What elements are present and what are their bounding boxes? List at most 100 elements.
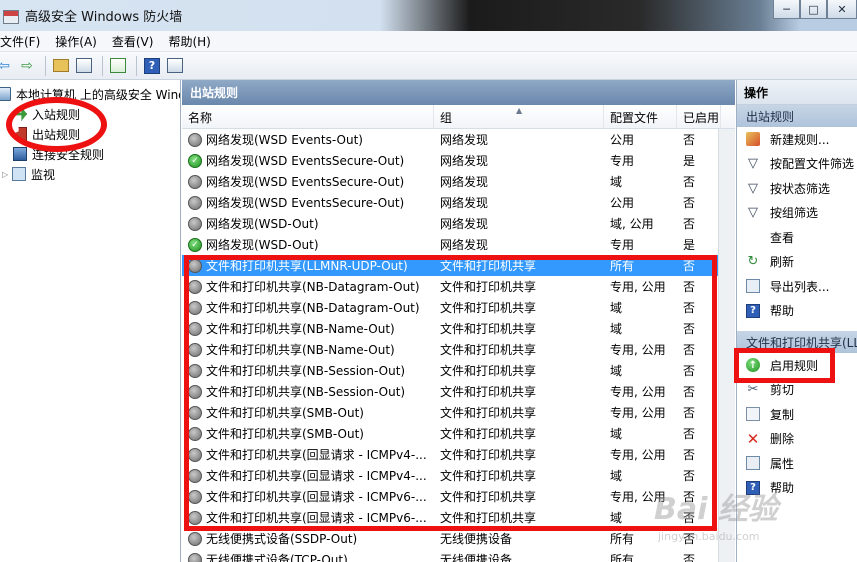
minimize-button[interactable]: ─	[773, 0, 800, 19]
table-row[interactable]: 无线便携式设备(TCP-Out) 无线便携设备 所有否	[182, 549, 735, 562]
table-row[interactable]: ✓ 网络发现(WSD-Out) 网络发现 专用 是	[182, 234, 735, 255]
column-header-profile[interactable]: 配置文件	[604, 105, 677, 129]
firewall-window: 高级安全 Windows 防火墙 ─ □ ✕ 文件(F) 操作(A) 查看(V)…	[0, 0, 857, 562]
rule-name-cell: ✓ 网络发现(WSD EventsSecure-Out)	[188, 150, 434, 171]
action-filter-by-profile[interactable]: ▽ 按配置文件筛选	[737, 152, 857, 177]
rule-profile: 专用	[610, 154, 635, 168]
rule-group: 网络发现	[440, 196, 489, 210]
column-header-enabled[interactable]: 已启用	[677, 105, 721, 129]
rule-disabled-icon	[188, 216, 202, 231]
computer-icon	[0, 87, 11, 101]
rule-group: 网络发现	[440, 238, 489, 252]
tree-item-monitoring[interactable]: ▷ 监视	[2, 164, 56, 184]
rule-disabled-icon	[188, 552, 202, 562]
properties-icon	[746, 456, 760, 471]
back-arrow-icon[interactable]: ⇦	[0, 56, 14, 76]
rule-group: 网络发现	[440, 217, 489, 231]
rule-group: 网络发现	[440, 133, 489, 147]
rule-disabled-icon	[188, 174, 202, 189]
action-delete[interactable]: ✕ 删除	[737, 427, 857, 452]
menu-help[interactable]: 帮助(H)	[168, 33, 210, 50]
show-hide-tree-icon[interactable]	[74, 56, 94, 76]
window-controls: ─ □ ✕	[773, 0, 857, 20]
table-row[interactable]: 网络发现(WSD-Out) 网络发现 域, 公用 否	[182, 213, 735, 234]
filter-icon: ▽	[748, 205, 758, 221]
table-row[interactable]: 无线便携式设备(SSDP-Out) 无线便携设备 所有否	[182, 528, 735, 549]
rule-profile: 域, 公用	[610, 217, 654, 231]
menu-action[interactable]: 操作(A)	[55, 33, 97, 50]
rule-enabled: 否	[683, 196, 696, 210]
table-row[interactable]: ✓ 网络发现(WSD EventsSecure-Out) 网络发现 专用 是	[182, 150, 735, 171]
rule-disabled-icon	[188, 132, 202, 147]
filter-icon: ▽	[748, 156, 758, 172]
rule-group: 无线便携设备	[440, 553, 513, 562]
column-header-name[interactable]: 名称	[182, 105, 434, 129]
export-icon	[746, 279, 760, 294]
help-icon[interactable]: ?	[142, 56, 162, 76]
rule-name: 网络发现(WSD-Out)	[206, 238, 319, 252]
rule-enabled: 否	[683, 175, 696, 189]
rule-profile: 公用	[610, 133, 635, 147]
expand-arrow-icon[interactable]: ▷	[2, 170, 12, 179]
toolbar: ⇦ ⇨ ?	[0, 52, 857, 80]
action-export-list[interactable]: 导出列表...	[737, 274, 857, 299]
rule-name-cell: 网络发现(WSD Events-Out)	[188, 129, 434, 150]
rule-name-cell: 网络发现(WSD EventsSecure-Out)	[188, 171, 434, 192]
baidu-watermark: Bai 经验 jingyan.baidu.com	[654, 492, 778, 543]
table-row[interactable]: 网络发现(WSD EventsSecure-Out) 网络发现 公用 否	[182, 192, 735, 213]
toolbar-separator	[136, 55, 137, 76]
action-refresh[interactable]: ↻ 刷新	[737, 250, 857, 275]
rule-name-cell: ✓ 网络发现(WSD-Out)	[188, 234, 434, 255]
menu-bar: 文件(F) 操作(A) 查看(V) 帮助(H)	[0, 31, 857, 52]
title-bar[interactable]: 高级安全 Windows 防火墙 ─ □ ✕	[0, 0, 857, 31]
copy-icon	[746, 407, 760, 422]
sort-ascending-icon: ▲	[516, 106, 523, 115]
up-folder-icon[interactable]	[51, 56, 71, 76]
actions-section-outbound[interactable]: 出站规则	[737, 105, 857, 127]
maximize-button[interactable]: □	[800, 0, 827, 19]
filter-icon: ▽	[748, 180, 758, 196]
rule-name: 网络发现(WSD EventsSecure-Out)	[206, 175, 405, 189]
annotation-enable-box	[734, 348, 835, 383]
help-icon: ?	[746, 303, 760, 318]
action-copy[interactable]: 复制	[737, 402, 857, 427]
blank-icon	[746, 230, 760, 244]
menu-file[interactable]: 文件(F)	[0, 33, 40, 50]
menu-view[interactable]: 查看(V)	[112, 33, 154, 50]
rule-enabled: 是	[683, 238, 696, 252]
rule-name: 网络发现(WSD EventsSecure-Out)	[206, 154, 405, 168]
rule-name-cell: 网络发现(WSD-Out)	[188, 213, 434, 234]
refresh-icon: ↻	[747, 254, 759, 270]
forward-arrow-icon[interactable]: ⇨	[17, 56, 37, 76]
rule-name: 无线便携式设备(TCP-Out)	[206, 553, 348, 562]
actions-header: 操作	[737, 80, 857, 105]
tree-item-label: 监视	[31, 167, 56, 182]
action-new-rule[interactable]: 新建规则...	[737, 127, 857, 152]
table-row[interactable]: 网络发现(WSD EventsSecure-Out) 网络发现 域 否	[182, 171, 735, 192]
action-view[interactable]: 查看	[737, 225, 857, 250]
rule-name: 无线便携式设备(SSDP-Out)	[206, 532, 358, 546]
rule-name: 网络发现(WSD-Out)	[206, 217, 319, 231]
show-hide-action-pane-icon[interactable]	[165, 56, 185, 76]
firewall-app-icon	[3, 9, 19, 24]
close-button[interactable]: ✕	[827, 0, 857, 19]
rule-name: 网络发现(WSD Events-Out)	[206, 133, 363, 147]
rule-profile: 域	[610, 175, 623, 189]
monitoring-icon	[12, 167, 26, 181]
new-rule-icon	[746, 132, 760, 147]
action-help[interactable]: ? 帮助	[737, 299, 857, 324]
navigation-tree: 本地计算机 上的高级安全 Windows 防火墙 入站规则 出站规则 连接安全规…	[0, 80, 181, 562]
annotation-circle	[6, 97, 107, 152]
annotation-rules-box	[184, 255, 717, 531]
table-row[interactable]: 网络发现(WSD Events-Out) 网络发现 公用 否	[182, 129, 735, 150]
rule-group: 网络发现	[440, 175, 489, 189]
action-properties[interactable]: 属性	[737, 451, 857, 476]
export-list-icon[interactable]	[108, 56, 128, 76]
window-title: 高级安全 Windows 防火墙	[25, 10, 183, 25]
connection-security-icon	[13, 147, 27, 161]
rule-profile: 公用	[610, 196, 635, 210]
action-filter-by-group[interactable]: ▽ 按组筛选	[737, 201, 857, 226]
rules-pane-header: 出站规则	[182, 80, 735, 105]
action-filter-by-state[interactable]: ▽ 按状态筛选	[737, 176, 857, 201]
